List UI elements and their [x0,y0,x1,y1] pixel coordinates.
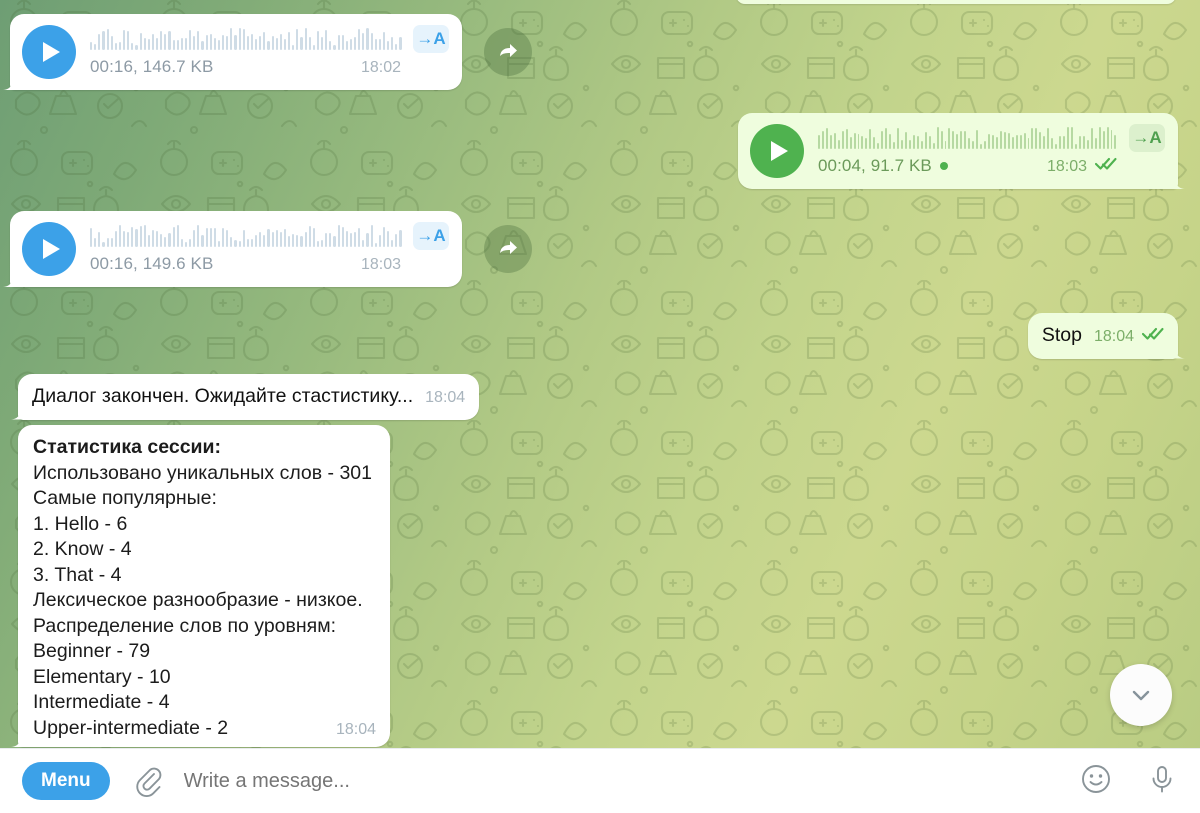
voice-body: 00:04, 91.7 KB 18:03 [818,126,1117,176]
voice-record-button[interactable] [1146,763,1178,800]
play-icon [771,141,788,161]
statistics-line: 2. Know - 4 [33,538,132,560]
waveform[interactable] [90,224,402,247]
chat-message-area[interactable]: 00:16, 146.7 KB 18:02 →A 00:04, 91.7 KB … [0,0,1200,748]
statistics-line: Elementary - 10 [33,665,171,688]
voice-meta: 00:16, 146.7 KB 18:02 [90,57,401,77]
voice-player[interactable]: 00:04, 91.7 KB 18:03 →A [738,113,1178,189]
text-message-bubble-statistics[interactable]: Статистика сессии: Использовано уникальны… [18,425,390,747]
voice-message-bubble-incoming-2[interactable]: 00:16, 149.6 KB 18:03 →A [10,211,462,287]
forward-arrow-icon [500,44,517,57]
forward-button[interactable] [484,225,532,273]
message-composer-bar: Menu [0,748,1200,813]
voice-body: 00:16, 146.7 KB 18:02 [90,27,402,77]
waveform[interactable] [818,126,1117,149]
message-timestamp: 18:02 [360,58,401,76]
message-timestamp: 18:03 [1046,157,1087,175]
unread-dot-icon [939,161,948,170]
statistics-line: Использовано уникальных слов - 301 [33,461,372,484]
voice-player[interactable]: 00:16, 146.7 KB 18:02 →A [10,14,462,90]
transcribe-button[interactable]: →A [1129,124,1165,152]
statistics-line: Распределение слов по уровням: [33,614,337,637]
scroll-to-bottom-button[interactable] [1110,664,1172,726]
text-message-bubble-dialog-end[interactable]: Диалог закончен. Ожидайте стастистику...… [18,374,480,420]
message-row-voice-in-2: 00:16, 149.6 KB 18:03 →A [10,211,532,287]
voice-body: 00:16, 149.6 KB 18:03 [90,224,402,274]
play-button[interactable] [22,222,76,276]
message-text: Stop [1041,324,1082,346]
message-row-voice-out-1: 00:04, 91.7 KB 18:03 →A [738,113,1178,189]
forward-arrow-icon [500,241,517,254]
message-row-dialog-end: Диалог закончен. Ожидайте стастистику...… [18,374,480,420]
message-row-stop: Stop 18:04 [1027,313,1178,359]
message-timestamp: 18:03 [360,255,401,273]
chevron-down-icon [1132,690,1150,701]
read-receipt-icon [1142,326,1164,341]
voice-duration-size: 00:04, 91.7 KB [818,155,932,175]
play-button[interactable] [22,25,76,79]
transcribe-button[interactable]: →A [413,222,449,250]
message-text: Диалог закончен. Ожидайте стастистику... [32,385,414,407]
statistics-line: Beginner - 79 [33,640,151,662]
voice-meta: 00:16, 149.6 KB 18:03 [90,254,401,274]
smiley-icon [1082,764,1110,793]
message-timestamp: 18:04 [335,721,376,738]
message-timestamp: 18:04 [425,389,466,406]
statistics-line: 1. Hello - 6 [33,512,128,535]
play-icon [43,42,60,62]
partial-message-bubble-top [736,0,1176,4]
forward-button[interactable] [484,28,532,76]
read-receipt-icon [1095,156,1117,171]
composer-right-icons [1080,763,1178,800]
voice-duration-size: 00:16, 149.6 KB [90,253,214,273]
message-input[interactable] [183,769,1062,793]
menu-button[interactable]: Menu [22,762,110,800]
play-icon [43,239,60,259]
statistics-lines: Статистика сессии: Использовано уникальны… [33,435,376,741]
statistics-line: 3. That - 4 [33,563,122,586]
voice-player[interactable]: 00:16, 149.6 KB 18:03 →A [10,211,462,287]
text-message-bubble-stop[interactable]: Stop 18:04 [1027,313,1178,359]
voice-message-bubble-outgoing-1[interactable]: 00:04, 91.7 KB 18:03 →A [738,113,1178,189]
message-row-voice-in-1: 00:16, 146.7 KB 18:02 →A [10,14,532,90]
attach-button[interactable] [132,765,164,797]
message-row-statistics: Статистика сессии: Использовано уникальны… [18,425,390,747]
emoji-button[interactable] [1080,763,1112,800]
statistics-line: Intermediate - 4 [33,691,170,713]
message-timestamp: 18:04 [1093,328,1134,345]
voice-duration-size: 00:16, 146.7 KB [90,56,214,76]
play-button[interactable] [750,124,804,178]
microphone-icon [1152,765,1172,792]
transcribe-button[interactable]: →A [413,25,449,53]
voice-meta: 00:04, 91.7 KB 18:03 [818,156,1117,176]
statistics-line: Самые популярные: [33,487,217,509]
waveform[interactable] [90,27,402,50]
paperclip-icon [135,767,161,797]
statistics-line: Статистика сессии: [33,436,222,458]
telegram-chat-window: 00:16, 146.7 KB 18:02 →A 00:04, 91.7 KB … [0,0,1200,813]
statistics-line: Лексическое разнообразие - низкое. [33,589,363,611]
voice-message-bubble-incoming-1[interactable]: 00:16, 146.7 KB 18:02 →A [10,14,462,90]
